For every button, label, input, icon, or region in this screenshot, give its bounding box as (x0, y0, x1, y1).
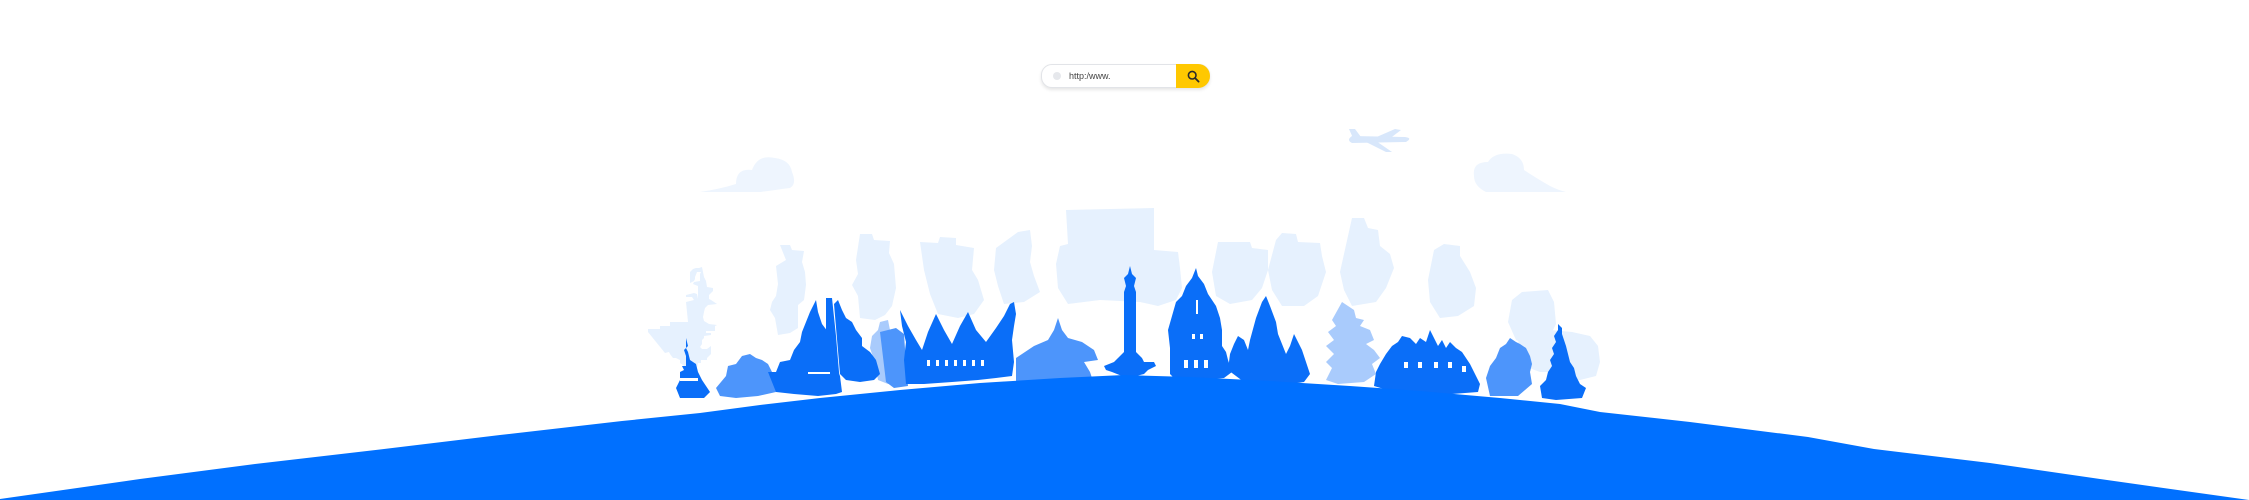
earth-horizon (0, 375, 2249, 500)
airplane-icon (1349, 129, 1410, 152)
cloud-left (700, 157, 795, 192)
cloud-right (1473, 153, 1566, 192)
indonesia-skyline-illustration (0, 129, 2249, 500)
